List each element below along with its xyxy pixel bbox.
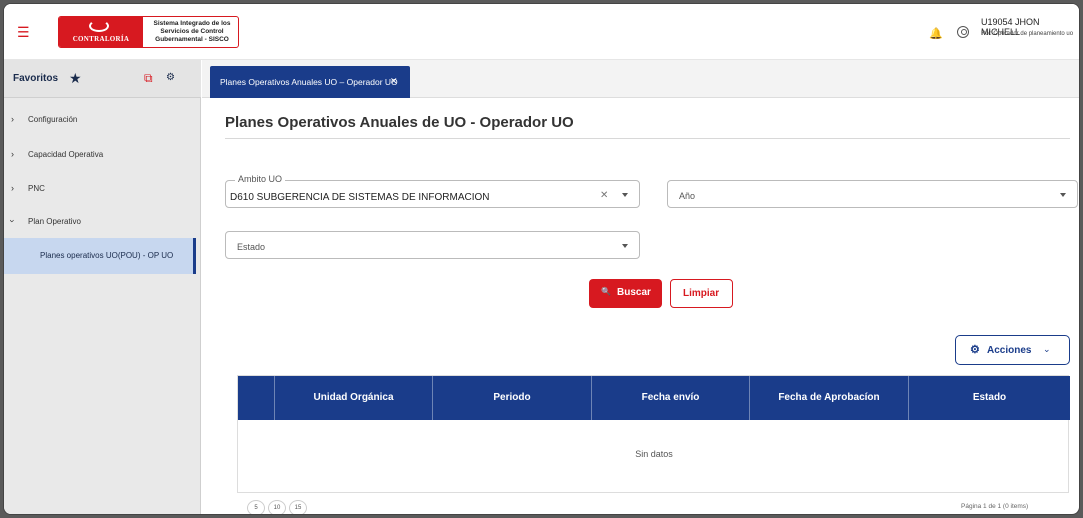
gear-icon: ⚙: [970, 344, 980, 356]
ambito-uo-select[interactable]: Ambito UO D610 SUBGERENCIA DE SISTEMAS D…: [225, 174, 640, 208]
table-header: Unidad Orgánica Periodo Fecha envío Fech…: [238, 376, 1070, 420]
page-size-option[interactable]: 10: [268, 500, 286, 514]
chevron-right-icon: ›: [11, 149, 14, 159]
ambito-uo-label: Ambito UO: [235, 174, 286, 184]
buscar-label: Buscar: [617, 287, 651, 298]
table-header-select: [238, 376, 275, 420]
tab-strip: Planes Operativos Anuales UO – Operador …: [202, 60, 1079, 98]
chevron-right-icon: ›: [11, 183, 14, 193]
chevron-right-icon: ›: [11, 114, 14, 124]
logo-name: CONTRALORÍA: [72, 35, 130, 43]
sidebar-item-plan-operativo[interactable]: › Plan Operativo: [4, 206, 201, 238]
chevron-down-icon: ⌄: [1043, 344, 1051, 354]
bell-icon[interactable]: 🔔: [929, 27, 943, 40]
contraloria-logo: CONTRALORÍA Sistema Integrado de los Ser…: [58, 16, 239, 48]
close-icon[interactable]: ✕: [390, 76, 398, 87]
column-header[interactable]: Periodo: [433, 376, 592, 420]
estado-placeholder: Estado: [237, 242, 266, 252]
column-header[interactable]: Fecha envío: [592, 376, 750, 420]
limpiar-label: Limpiar: [683, 288, 720, 299]
user-role: Rol: Operador de planeamiento uo: [981, 31, 1074, 37]
results-table: Unidad Orgánica Periodo Fecha envío Fech…: [237, 375, 1070, 493]
estado-select[interactable]: Estado: [225, 231, 640, 259]
chevron-down-icon[interactable]: [1060, 193, 1066, 197]
empty-state: Sin datos: [635, 449, 673, 459]
sidebar-item-planes-operativos-uo[interactable]: Planes operativos UO(POU) - OP UO: [4, 238, 196, 274]
page-size-option[interactable]: 5: [247, 500, 265, 514]
column-header[interactable]: Estado: [909, 376, 1070, 420]
column-header[interactable]: Unidad Orgánica: [275, 376, 433, 420]
favorites-label: Favoritos: [13, 73, 59, 84]
acciones-label: Acciones: [987, 345, 1032, 356]
page-size-option[interactable]: 15: [289, 500, 307, 514]
title-divider: [225, 138, 1070, 139]
sidebar-item-label: PNC: [28, 184, 45, 193]
ambito-uo-value: D610 SUBGERENCIA DE SISTEMAS DE INFORMAC…: [230, 192, 490, 203]
gear-icon[interactable]: ⚙: [166, 72, 175, 83]
top-header: ☰ CONTRALORÍA Sistema Integrado de los S…: [4, 4, 1079, 60]
buscar-button[interactable]: 🔍 Buscar: [589, 279, 662, 308]
acciones-button[interactable]: ⚙ Acciones ⌄: [955, 335, 1070, 365]
column-header[interactable]: Fecha de Aprobacíon: [750, 376, 909, 420]
logo-red-block: CONTRALORÍA: [59, 17, 143, 47]
page-title: Planes Operativos Anuales de UO - Operad…: [225, 114, 574, 131]
anio-select[interactable]: Año: [667, 180, 1078, 208]
anio-placeholder: Año: [679, 191, 696, 201]
user-circle-icon[interactable]: [957, 26, 969, 38]
pagination-info: Página 1 de 1 (0 items): [961, 503, 1029, 510]
chevron-down-icon: ›: [7, 219, 18, 223]
tab-planes-operativos[interactable]: Planes Operativos Anuales UO – Operador …: [210, 66, 410, 98]
app-window: ☰ CONTRALORÍA Sistema Integrado de los S…: [3, 3, 1080, 515]
sidebar-item-label: Capacidad Operativa: [28, 150, 104, 159]
sidebar: Favoritos ★ ⧉ ⚙ › Configuración › Capaci…: [4, 60, 201, 514]
logo-mark-icon: [89, 20, 109, 32]
chevron-down-icon[interactable]: [622, 193, 628, 197]
sidebar-item-label: Configuración: [28, 115, 78, 124]
sidebar-item-capacidad-operativa[interactable]: › Capacidad Operativa: [4, 139, 201, 171]
star-icon[interactable]: ★: [69, 70, 82, 87]
tab-label: Planes Operativos Anuales UO – Operador …: [220, 77, 398, 87]
sidebar-item-configuracion[interactable]: › Configuración: [4, 104, 201, 136]
sidebar-item-label: Plan Operativo: [28, 217, 81, 226]
hamburger-icon[interactable]: ☰: [17, 25, 30, 39]
chevron-down-icon[interactable]: [622, 244, 628, 248]
add-favorite-icon[interactable]: ⧉: [144, 71, 153, 86]
logo-system-name: Sistema Integrado de los Servicios de Co…: [153, 20, 231, 43]
clear-icon[interactable]: ✕: [600, 190, 608, 201]
search-icon: 🔍: [601, 287, 611, 296]
sidebar-item-pnc[interactable]: › PNC: [4, 173, 201, 205]
favorites-bar: Favoritos ★ ⧉ ⚙: [4, 60, 201, 98]
sidebar-item-label: Planes operativos UO(POU) - OP UO: [40, 251, 174, 260]
limpiar-button[interactable]: Limpiar: [670, 279, 733, 308]
